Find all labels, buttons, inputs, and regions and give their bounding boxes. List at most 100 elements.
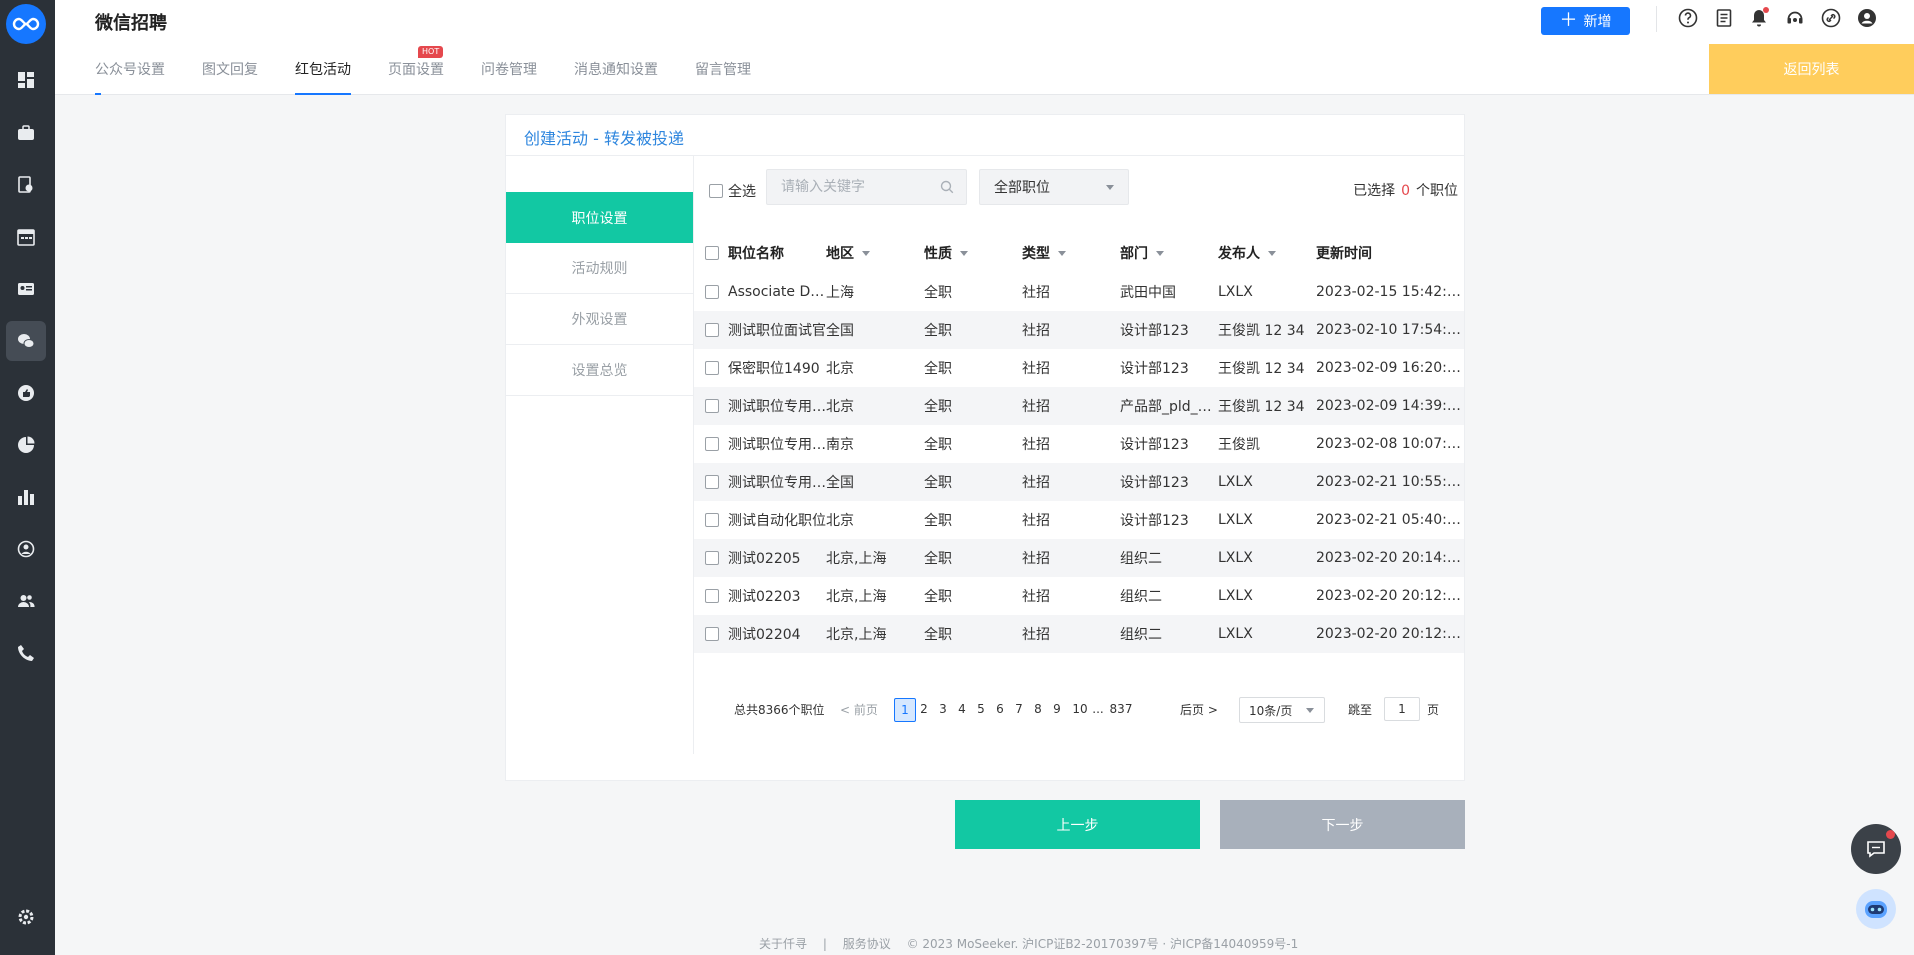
footer-terms-link[interactable]: 服务协议	[843, 937, 891, 951]
tab-rich-reply[interactable]: 图文回复	[202, 58, 258, 95]
selected-count: 已选择 0 个职位	[1353, 180, 1458, 200]
cell-position-name: 测试02204	[728, 627, 801, 643]
position-category-select[interactable]: 全部职位	[979, 169, 1129, 205]
cell-position-name: 测试02205	[728, 551, 801, 567]
row-checkbox-cell	[694, 513, 728, 527]
dashboard-icon[interactable]	[6, 60, 46, 100]
notification-bell-icon[interactable]	[1748, 7, 1770, 29]
support-headset-icon[interactable]	[1784, 7, 1806, 29]
pagination-next[interactable]: 后页 >	[1180, 697, 1218, 723]
table-row[interactable]: 测试02204 北京,上海 全职 社招 组织二 LXLX 2023-02-20 20:12:…	[694, 615, 1464, 653]
col-updated-time: 更新时间	[1316, 245, 1372, 262]
row-checkbox-cell	[694, 551, 728, 565]
cell-publisher: 王俊凯	[1218, 437, 1260, 453]
tab-notification-settings[interactable]: 消息通知设置	[574, 58, 658, 95]
tab-red-packet[interactable]: 红包活动	[295, 58, 351, 95]
user-avatar-icon[interactable]	[1856, 7, 1878, 29]
calendar-icon[interactable]	[6, 217, 46, 257]
cell-position-name: 测试职位专用职位	[728, 475, 826, 491]
footer-about-link[interactable]: 关于仟寻	[759, 937, 807, 951]
add-new-button[interactable]: ＋ 新增	[1541, 7, 1630, 35]
row-checkbox[interactable]	[705, 285, 719, 299]
cell-publisher: LXLX	[1218, 512, 1253, 528]
row-checkbox[interactable]	[705, 627, 719, 641]
step-appearance[interactable]: 外观设置	[506, 294, 693, 345]
cell-updated-time: 2023-02-15 15:42:57	[1316, 284, 1464, 300]
col-type[interactable]: 类型	[1022, 243, 1120, 263]
link-icon[interactable]	[1820, 7, 1842, 29]
assistant-robot-button[interactable]	[1856, 889, 1896, 929]
table-row[interactable]: 测试02205 北京,上海 全职 社招 组织二 LXLX 2023-02-20 20:14:…	[694, 539, 1464, 577]
cell-updated-time: 2023-02-20 20:14:06	[1316, 550, 1464, 566]
users-icon[interactable]	[6, 581, 46, 621]
select-all-checkbox[interactable]	[709, 184, 723, 198]
col-publisher[interactable]: 发布人	[1218, 243, 1316, 263]
row-checkbox[interactable]	[705, 437, 719, 451]
tab-official-account[interactable]: 公众号设置	[95, 58, 165, 95]
select-all[interactable]: 全选	[709, 181, 756, 201]
cell-type: 社招	[1022, 437, 1050, 453]
table-row[interactable]: 保密职位1490 北京 全职 社招 设计部123 王俊凯 12 34 2023-02-09 …	[694, 349, 1464, 387]
row-checkbox[interactable]	[705, 513, 719, 527]
row-checkbox[interactable]	[705, 551, 719, 565]
row-checkbox-cell	[694, 323, 728, 337]
next-step-button[interactable]: 下一步	[1220, 800, 1465, 849]
search-icon[interactable]	[940, 180, 954, 194]
settings-gear-icon[interactable]	[6, 897, 46, 937]
col-nature[interactable]: 性质	[924, 243, 1022, 263]
table-row[interactable]: 测试职位专用职位全国 全职 社招 设计部123 LXLX 2023-02-21 10:55…	[694, 463, 1464, 501]
tab-page-settings[interactable]: 页面设置 HOT	[388, 46, 444, 95]
cell-region: 全国	[826, 323, 854, 339]
row-checkbox[interactable]	[705, 475, 719, 489]
previous-step-button[interactable]: 上一步	[955, 800, 1200, 849]
page-size-select[interactable]: 10条/页	[1239, 697, 1325, 723]
bar-chart-icon[interactable]	[6, 477, 46, 517]
row-checkbox[interactable]	[705, 323, 719, 337]
profile-circle-icon[interactable]	[6, 529, 46, 569]
help-icon[interactable]	[1677, 7, 1699, 29]
table-row[interactable]: 测试职位面试官 全国 全职 社招 设计部123 王俊凯 12 34 2023-02-10 1…	[694, 311, 1464, 349]
pagination-last-page[interactable]: 837	[1104, 698, 1138, 722]
step-overview[interactable]: 设置总览	[506, 345, 693, 396]
col-department[interactable]: 部门	[1120, 243, 1218, 263]
wechat-icon[interactable]	[6, 321, 46, 361]
tab-page-settings-label: 页面设置	[388, 62, 444, 78]
table-row[interactable]: Associate Director上海 全职 社招 武田中国 LXLX 2023-02-…	[694, 273, 1464, 311]
row-checkbox[interactable]	[705, 589, 719, 603]
cell-region: 北京	[826, 513, 854, 529]
pagination-page[interactable]: 10	[1065, 698, 1095, 722]
resume-search-icon[interactable]	[6, 165, 46, 205]
cell-department: 设计部123	[1120, 475, 1189, 491]
tab-messages[interactable]: 留言管理	[695, 58, 751, 95]
step-position-settings[interactable]: 职位设置	[506, 192, 693, 243]
cell-region: 北京,上海	[826, 627, 887, 643]
row-checkbox[interactable]	[705, 361, 719, 375]
tab-survey[interactable]: 问卷管理	[481, 58, 537, 95]
cell-department: 设计部123	[1120, 437, 1189, 453]
chat-button[interactable]	[1851, 824, 1901, 874]
col-region[interactable]: 地区	[826, 243, 924, 263]
thumb-up-icon[interactable]	[6, 373, 46, 413]
row-checkbox-cell	[694, 627, 728, 641]
briefcase-icon[interactable]	[6, 113, 46, 153]
row-checkbox[interactable]	[705, 399, 719, 413]
table-row[interactable]: 测试职位专用职位北京 全职 社招 产品部_pld_user王俊凯 12 34 2023-…	[694, 387, 1464, 425]
pie-chart-icon[interactable]	[6, 425, 46, 465]
keyword-search-input[interactable]	[767, 170, 932, 204]
phone-icon[interactable]	[6, 633, 46, 673]
header-checkbox[interactable]	[705, 245, 719, 260]
moseeker-logo[interactable]	[6, 4, 46, 44]
back-to-list-button[interactable]: 返回列表	[1709, 44, 1914, 94]
jump-page-input[interactable]: 1	[1384, 697, 1420, 721]
table-row[interactable]: 测试02203 北京,上海 全职 社招 组织二 LXLX 2023-02-20 20:12:…	[694, 577, 1464, 615]
pagination-prev[interactable]: < 前页	[840, 697, 878, 723]
id-card-icon[interactable]	[6, 269, 46, 309]
cell-type: 社招	[1022, 589, 1050, 605]
document-icon[interactable]	[1713, 7, 1735, 29]
table-row[interactable]: 测试职位专用职位南京 全职 社招 设计部123 王俊凯 2023-02-08 10:07:…	[694, 425, 1464, 463]
col-region-label: 地区	[826, 245, 854, 262]
selected-suffix: 个职位	[1416, 183, 1458, 199]
table-row[interactable]: 测试自动化职位 北京 全职 社招 设计部123 LXLX 2023-02-21 05:40:…	[694, 501, 1464, 539]
step-activity-rules[interactable]: 活动规则	[506, 243, 693, 294]
table-header: 职位名称 地区 性质 类型 部门 发布人 更新时间	[694, 232, 1464, 273]
